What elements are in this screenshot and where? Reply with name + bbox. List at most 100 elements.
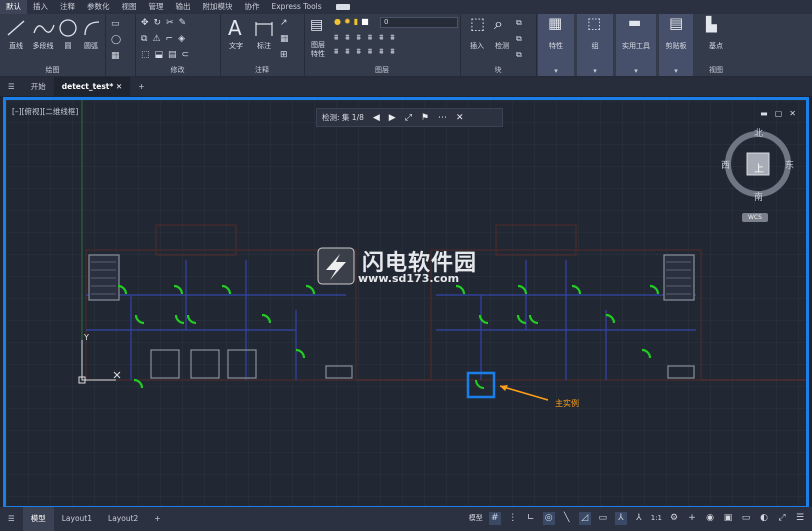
layer-tool-3-icon[interactable]: ⩩ bbox=[357, 33, 361, 43]
annotation-visibility-icon[interactable]: ⅄ bbox=[614, 512, 627, 525]
tab-insert[interactable]: 插入 bbox=[27, 0, 54, 14]
layer-tool-2-icon[interactable]: ⩩ bbox=[345, 33, 349, 43]
more-icon[interactable]: ⋯ bbox=[438, 113, 447, 123]
tab-collaborate[interactable]: 协作 bbox=[239, 0, 266, 14]
hardware-accel-icon[interactable]: ▭ bbox=[740, 512, 752, 525]
drawing-viewport[interactable]: Y [–][俯视][二维线框] 闪电软件园 www.sd173.com 检测: … bbox=[3, 97, 809, 509]
viewport-label[interactable]: [–][俯视][二维线框] bbox=[12, 106, 78, 117]
rectangle-icon[interactable]: ▭ bbox=[111, 19, 121, 29]
layer-tool-6-icon[interactable]: ⩩ bbox=[390, 33, 394, 43]
move-icon[interactable]: ✥ bbox=[141, 18, 149, 28]
layer-tool-12-icon[interactable]: ⩩ bbox=[390, 47, 394, 57]
block-panel-label[interactable]: 块 bbox=[460, 65, 536, 75]
lock-icon[interactable]: ▮ bbox=[354, 17, 358, 26]
polar-icon[interactable]: ◎ bbox=[542, 512, 555, 525]
close-viewport-icon[interactable]: ✕ bbox=[789, 109, 796, 118]
annotation-panel-label[interactable]: 注释 bbox=[220, 65, 304, 75]
sun-icon[interactable]: ✹ bbox=[344, 17, 351, 26]
color-swatch-icon[interactable]: ■ bbox=[361, 17, 369, 26]
layer-tool-9-icon[interactable]: ⩩ bbox=[357, 47, 361, 57]
tab-annotate[interactable]: 注释 bbox=[54, 0, 81, 14]
fullscreen-icon[interactable]: ⤢ bbox=[776, 512, 788, 525]
annotation-scale[interactable]: 1:1 bbox=[651, 512, 662, 525]
scale-icon[interactable]: ⬓ bbox=[155, 50, 164, 60]
ortho-icon[interactable]: ∟ bbox=[525, 512, 537, 525]
zoom-to-icon[interactable]: ⤢ bbox=[405, 113, 412, 123]
model-tab[interactable]: 模型 bbox=[22, 507, 54, 531]
polyline-icon[interactable] bbox=[32, 19, 56, 37]
otrack-icon[interactable]: ▭ bbox=[597, 512, 609, 525]
model-space-toggle[interactable]: 模型 bbox=[469, 512, 483, 525]
drawing-canvas[interactable]: Y bbox=[6, 100, 806, 506]
layout2-tab[interactable]: Layout2 bbox=[100, 507, 146, 531]
autoscale-icon[interactable]: ⅄ bbox=[633, 512, 645, 525]
isolate-icon[interactable]: ◐ bbox=[758, 512, 770, 525]
restore-icon[interactable]: ▢ bbox=[775, 109, 783, 118]
units-icon[interactable]: ◉ bbox=[704, 512, 716, 525]
circle-tool-label[interactable]: 圆 bbox=[58, 41, 78, 51]
wcs-button[interactable]: WCS bbox=[742, 213, 768, 222]
hatch-icon[interactable]: ▦ bbox=[111, 51, 121, 61]
layer-tool-7-icon[interactable]: ⩩ bbox=[334, 47, 338, 57]
bulb-icon[interactable]: ● bbox=[334, 17, 341, 26]
array-icon[interactable]: ▤ bbox=[168, 50, 177, 60]
previous-icon[interactable]: ◀ bbox=[373, 113, 380, 123]
stretch-icon[interactable]: ⬚ bbox=[141, 50, 150, 60]
groups-panel[interactable]: ⬚ 组 ▾ bbox=[577, 14, 613, 76]
annotation-monitor-icon[interactable]: + bbox=[686, 512, 698, 525]
layer-properties-label[interactable]: 图层 特性 bbox=[306, 41, 330, 59]
status-menu-icon[interactable]: ☰ bbox=[0, 507, 23, 531]
layer-tool-8-icon[interactable]: ⩩ bbox=[345, 47, 349, 57]
osnap-icon[interactable]: ◿ bbox=[578, 512, 591, 525]
viewcube-west[interactable]: 西 bbox=[721, 158, 730, 171]
clipboard-panel[interactable]: ▤ 剪贴板 ▾ bbox=[659, 14, 693, 76]
new-tab-icon[interactable]: + bbox=[130, 77, 152, 96]
detect-icon[interactable]: ⌕ bbox=[494, 16, 503, 32]
layer-tool-5-icon[interactable]: ⩩ bbox=[379, 33, 383, 43]
next-icon[interactable]: ▶ bbox=[389, 113, 396, 123]
isodraft-icon[interactable]: ╲ bbox=[561, 512, 573, 525]
block-tool-3-icon[interactable]: ⧉ bbox=[516, 50, 522, 60]
app-menu-icon[interactable]: ☰ bbox=[0, 77, 23, 96]
dimension-icon[interactable] bbox=[254, 20, 274, 38]
copy-icon[interactable]: ⧉ bbox=[141, 34, 147, 44]
insert-block-icon[interactable]: ⬚ bbox=[470, 16, 485, 32]
close-tab-icon[interactable]: ✕ bbox=[116, 82, 122, 91]
base-point-label[interactable]: 基点 bbox=[698, 41, 734, 51]
quick-properties-icon[interactable]: ▣ bbox=[722, 512, 734, 525]
offset-icon[interactable]: ⊂ bbox=[182, 50, 190, 60]
layer-tool-11-icon[interactable]: ⩩ bbox=[379, 47, 383, 57]
customize-icon[interactable]: ☰ bbox=[794, 512, 806, 525]
minimize-icon[interactable]: ▬ bbox=[760, 109, 768, 118]
view-panel-label[interactable]: 视图 bbox=[696, 65, 736, 75]
layer-tool-10-icon[interactable]: ⩩ bbox=[368, 47, 372, 57]
add-layout-icon[interactable]: + bbox=[146, 507, 168, 531]
tab-express-tools[interactable]: Express Tools bbox=[266, 0, 328, 14]
layout1-tab[interactable]: Layout1 bbox=[54, 507, 100, 531]
text-tool-label[interactable]: 文字 bbox=[225, 41, 247, 51]
insert-tool-label[interactable]: 插入 bbox=[464, 41, 490, 51]
utilities-panel[interactable]: ▬ 实用工具 ▾ bbox=[616, 14, 656, 76]
flag-icon[interactable]: ⚑ bbox=[421, 113, 429, 123]
polyline-tool-label[interactable]: 多段线 bbox=[28, 41, 58, 51]
viewcube-east[interactable]: 东 bbox=[785, 158, 794, 171]
block-tool-1-icon[interactable]: ⧉ bbox=[516, 18, 522, 28]
tab-manage[interactable]: 管理 bbox=[143, 0, 170, 14]
viewcube-north[interactable]: 北 bbox=[754, 126, 763, 139]
grid-icon[interactable]: ⊞ bbox=[280, 50, 289, 60]
dimension-tool-label[interactable]: 标注 bbox=[252, 41, 276, 51]
ribbon-toggle-icon[interactable] bbox=[335, 4, 350, 10]
current-layer-dropdown[interactable]: 0 bbox=[380, 17, 458, 28]
layers-panel-label[interactable]: 图层 bbox=[304, 65, 460, 75]
grid-icon[interactable]: # bbox=[488, 512, 501, 525]
layer-tool-4-icon[interactable]: ⩩ bbox=[368, 33, 372, 43]
close-toolbar-icon[interactable]: ✕ bbox=[456, 113, 464, 123]
tab-addins[interactable]: 附加模块 bbox=[197, 0, 239, 14]
drawing-tab[interactable]: detect_test* ✕ bbox=[53, 77, 131, 96]
viewcube-south[interactable]: 南 bbox=[754, 190, 763, 203]
block-tool-2-icon[interactable]: ⧉ bbox=[516, 34, 522, 44]
tab-view[interactable]: 视图 bbox=[116, 0, 143, 14]
trim-icon[interactable]: ✂ bbox=[166, 18, 174, 28]
circle-icon[interactable] bbox=[58, 18, 78, 38]
snap-icon[interactable]: ⋮ bbox=[507, 512, 519, 525]
